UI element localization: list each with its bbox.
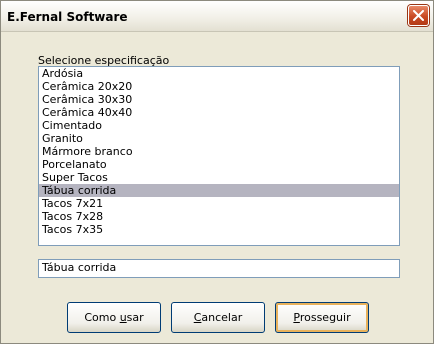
list-item[interactable]: Tábua corrida (39, 184, 399, 197)
title-bar[interactable]: E.Fernal Software (1, 1, 433, 32)
list-item[interactable]: Tacos 7x28 (39, 210, 399, 223)
window-title: E.Fernal Software (7, 10, 128, 24)
cancelar-button[interactable]: Cancelar (171, 302, 265, 333)
dialog-window: E.Fernal Software Selecione especificaçã… (0, 0, 434, 344)
list-item[interactable]: Tacos 7x21 (39, 197, 399, 210)
list-item[interactable]: Mármore branco (39, 145, 399, 158)
list-item[interactable]: Porcelanato (39, 158, 399, 171)
list-item[interactable]: Cerâmica 30x30 (39, 93, 399, 106)
list-item[interactable]: Granito (39, 132, 399, 145)
close-icon (413, 10, 424, 21)
close-button[interactable] (408, 5, 429, 26)
selected-specification-field[interactable]: Tábua corrida (38, 259, 400, 278)
specification-listbox[interactable]: Ardósia Cerâmica 20x20 Cerâmica 30x30 Cerâm… (38, 66, 400, 246)
list-item[interactable]: Cerâmica 40x40 (39, 106, 399, 119)
list-item[interactable]: Tacos 7x35 (39, 223, 399, 236)
list-item[interactable]: Ardósia (39, 67, 399, 80)
como-usar-button[interactable]: Como usar (67, 302, 161, 333)
list-item[interactable]: Cerâmica 20x20 (39, 80, 399, 93)
list-item[interactable]: Cimentado (39, 119, 399, 132)
prosseguir-button[interactable]: Prosseguir (275, 302, 369, 333)
list-item[interactable]: Super Tacos (39, 171, 399, 184)
dialog-client: Selecione especificação Ardósia Cerâmica … (3, 32, 431, 342)
